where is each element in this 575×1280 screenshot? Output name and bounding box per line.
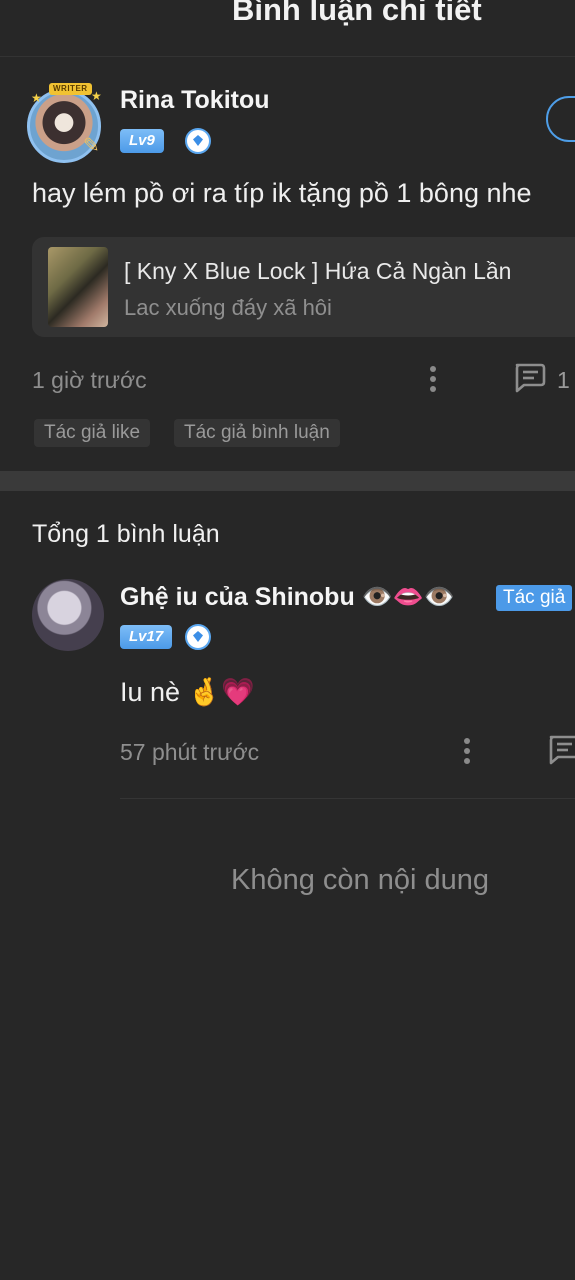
username[interactable]: Ghệ iu của Shinobu 👁️👄👁️ — [120, 583, 455, 612]
reply-text: Iu nè 🤞💗 — [120, 677, 255, 707]
comment-detail-page: Bình luận chi tiết WRITER ★ ★ ✎ Rina Tok… — [0, 0, 575, 1280]
work-author: Lac xuống đáy xã hôi — [124, 295, 332, 320]
work-cover-image — [48, 247, 108, 327]
reply-count: 1 — [557, 367, 570, 393]
comment-text: hay lém pồ ơi ra típ ik tặng pồ 1 bông n… — [32, 178, 532, 208]
end-of-content: Không còn nội dung — [231, 864, 489, 896]
pencil-icon: ✎ — [83, 135, 100, 157]
tag-author-comment: Tác giả bình luận — [174, 419, 340, 447]
level-badge: Lv9 — [120, 129, 164, 153]
writer-badge: WRITER — [49, 83, 92, 95]
vip-diamond-icon — [185, 624, 211, 650]
star-icon: ★ — [91, 89, 102, 103]
header: Bình luận chi tiết — [0, 0, 575, 57]
username[interactable]: Rina Tokitou — [120, 86, 270, 115]
comment-time: 1 giờ trước — [32, 367, 147, 393]
more-vertical-icon[interactable] — [464, 738, 470, 764]
more-vertical-icon[interactable] — [430, 366, 436, 392]
section-divider — [0, 471, 575, 491]
avatar[interactable]: WRITER ★ ★ ✎ — [27, 83, 105, 163]
comment-icon[interactable] — [546, 734, 575, 766]
reply-time: 57 phút trước — [120, 739, 260, 765]
level-badge: Lv17 — [120, 625, 173, 649]
avatar[interactable] — [32, 579, 104, 651]
divider — [120, 798, 575, 799]
total-comments: Tổng 1 bình luận — [32, 520, 220, 548]
author-badge: Tác giả — [496, 585, 573, 611]
tag-author-like: Tác giả like — [34, 419, 151, 447]
vip-diamond-icon — [185, 128, 211, 154]
work-card[interactable]: [ Kny X Blue Lock ] Hứa Cả Ngàn Lần Lac … — [32, 237, 575, 337]
page-title: Bình luận chi tiết — [232, 0, 482, 27]
star-icon: ★ — [31, 91, 42, 105]
work-title: [ Kny X Blue Lock ] Hứa Cả Ngàn Lần — [124, 258, 512, 284]
follow-button[interactable] — [546, 96, 575, 142]
comment-icon[interactable] — [512, 362, 546, 394]
